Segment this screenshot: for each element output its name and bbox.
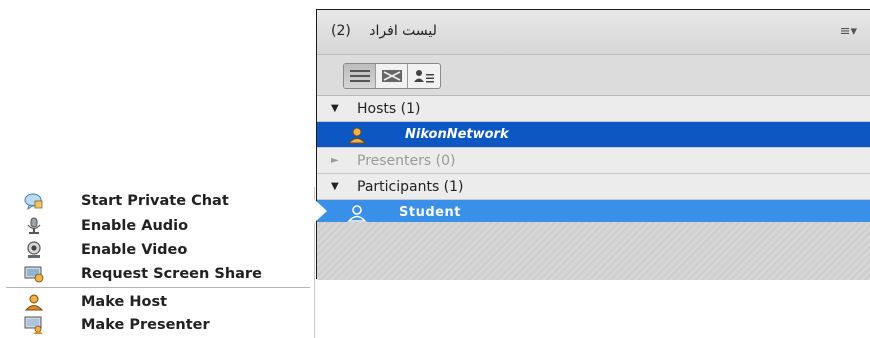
microphone-icon (27, 217, 41, 234)
menu-item-label: Make Presenter (81, 317, 210, 333)
request-screen-share-item[interactable]: Request Screen Share (0, 262, 314, 286)
presenter-icon (24, 316, 43, 334)
expanded-triangle-icon: ▼ (331, 103, 339, 114)
list-view-button[interactable] (344, 64, 376, 88)
menu-item-label: Request Screen Share (81, 266, 262, 282)
webcam-icon (27, 241, 41, 258)
group-hosts[interactable]: ▼ Hosts (1) (317, 96, 870, 122)
host-user-icon (347, 127, 367, 144)
menu-lines-icon: ≡▾ (839, 24, 857, 39)
context-menu: Start Private Chat Enable Audio Enable V… (0, 187, 315, 338)
attendee-count: (2) (331, 23, 351, 39)
menu-item-label: Make Host (81, 294, 168, 310)
pod-header: (2) لیست افراد ≡▾ (317, 10, 870, 55)
grid-view-button[interactable] (376, 64, 408, 88)
screen-share-icon (24, 266, 44, 283)
collapsed-triangle-icon: ► (331, 155, 339, 166)
pod-title: (2) لیست افراد (331, 23, 437, 39)
pod-title-text: لیست افراد (369, 23, 437, 39)
chat-bubble-icon (24, 193, 43, 210)
host-user-name: NikonNetwork (405, 127, 509, 142)
menu-item-label: Enable Video (81, 242, 188, 258)
group-label: Presenters (0) (357, 153, 456, 169)
attendee-list: ▼ Hosts (1) NikonNetwork ► Presenters (0… (317, 96, 870, 226)
user-list-icon (414, 70, 434, 83)
menu-item-label: Enable Audio (81, 218, 189, 234)
group-participants[interactable]: ▼ Participants (1) (317, 174, 870, 200)
enable-video-item[interactable]: Enable Video (0, 238, 314, 262)
enable-audio-item[interactable]: Enable Audio (0, 214, 314, 238)
menu-separator (6, 287, 310, 288)
make-host-item[interactable]: Make Host (0, 290, 314, 314)
start-private-chat-item[interactable]: Start Private Chat (0, 189, 314, 213)
group-label: Participants (1) (357, 179, 464, 195)
group-label: Hosts (1) (357, 101, 421, 117)
host-user-icon (24, 294, 44, 311)
attendee-pod: (2) لیست افراد ≡▾ ▼ Hosts (1) NikonNetwo… (316, 9, 870, 280)
group-presenters[interactable]: ► Presenters (0) (317, 148, 870, 174)
list-view-icon (349, 70, 370, 82)
grid-view-icon (381, 70, 402, 82)
participant-user-icon (347, 205, 367, 222)
make-presenter-item[interactable]: Make Presenter (0, 313, 314, 337)
user-list-button[interactable] (408, 64, 440, 88)
context-menu-pointer (314, 199, 327, 223)
view-toolbar (317, 55, 870, 96)
pod-options-menu[interactable]: ≡▾ (840, 24, 857, 39)
empty-list-area (317, 222, 870, 280)
host-user-row[interactable]: NikonNetwork (317, 122, 870, 148)
menu-item-label: Start Private Chat (81, 193, 229, 209)
expanded-triangle-icon: ▼ (331, 181, 339, 192)
view-switcher (343, 63, 441, 89)
